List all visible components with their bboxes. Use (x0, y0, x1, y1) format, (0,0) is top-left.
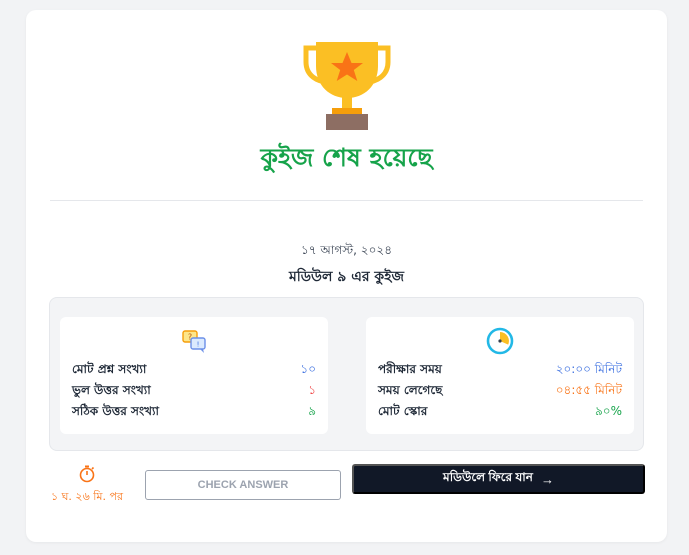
clock-icon (486, 327, 514, 355)
check-answer-button[interactable]: CHECK ANSWER (145, 470, 341, 500)
time-stats-box: পরীক্ষার সময় ২০:০০ মিনিট সময় লেগেছে ০৪… (366, 317, 634, 434)
stat-value: ৯ (308, 403, 316, 418)
stat-label: মোট প্রশ্ন সংখ্যা (72, 361, 147, 376)
arrow-right-icon: → (540, 471, 554, 487)
trophy-icon (303, 42, 391, 130)
stats-panel: ? ! মোট প্রশ্ন সংখ্যা ১০ ভুল উত্তর সংখ্য… (49, 297, 644, 451)
stopwatch-icon (79, 465, 95, 483)
stat-row-wrong-answers: ভুল উত্তর সংখ্যা ১ (72, 381, 316, 402)
quiz-date: ১৭ আগস্ট, ২০২৪ (301, 243, 392, 257)
page-title: কুইজ শেষ হয়েছে (260, 143, 433, 172)
module-name: মডিউল ৯ এর কুইজ (288, 269, 405, 285)
chat-quiz-icon: ? ! (182, 330, 206, 353)
stat-value: ০৪:৫৫ মিনিট (555, 382, 622, 397)
svg-text:!: ! (197, 341, 200, 349)
stat-value: ১ (308, 382, 316, 397)
stat-label: পরীক্ষার সময় (378, 361, 442, 376)
stat-label: ভুল উত্তর সংখ্যা (72, 382, 151, 397)
retake-timer: ১ ঘ. ২৬ মি. পর (48, 465, 126, 507)
back-to-module-button[interactable]: মডিউলে ফিরে যান → (352, 464, 645, 494)
stat-label: মোট স্কোর (378, 403, 428, 418)
stat-row-time-taken: সময় লেগেছে ০৪:৫৫ মিনিট (378, 381, 622, 402)
stat-row-total-score: মোট স্কোর ৯০% (378, 402, 622, 423)
stat-value: ২০:০০ মিনিট (555, 361, 622, 376)
question-stats-box: ? ! মোট প্রশ্ন সংখ্যা ১০ ভুল উত্তর সংখ্য… (60, 317, 328, 434)
timer-text: ১ ঘ. ২৬ মি. পর (51, 490, 123, 503)
divider (50, 200, 643, 201)
stat-row-total-questions: মোট প্রশ্ন সংখ্যা ১০ (72, 360, 316, 381)
stat-label: সময় লেগেছে (378, 382, 443, 397)
stat-label: সঠিক উত্তর সংখ্যা (72, 403, 159, 418)
stat-row-exam-time: পরীক্ষার সময় ২০:০০ মিনিট (378, 360, 622, 381)
quiz-result-card: কুইজ শেষ হয়েছে ১৭ আগস্ট, ২০২৪ মডিউল ৯ এ… (26, 10, 667, 542)
stat-row-correct-answers: সঠিক উত্তর সংখ্যা ৯ (72, 402, 316, 423)
stat-value: ৯০% (595, 403, 622, 418)
stat-value: ১০ (300, 361, 316, 376)
back-button-label: মডিউলে ফিরে যান (443, 470, 533, 484)
